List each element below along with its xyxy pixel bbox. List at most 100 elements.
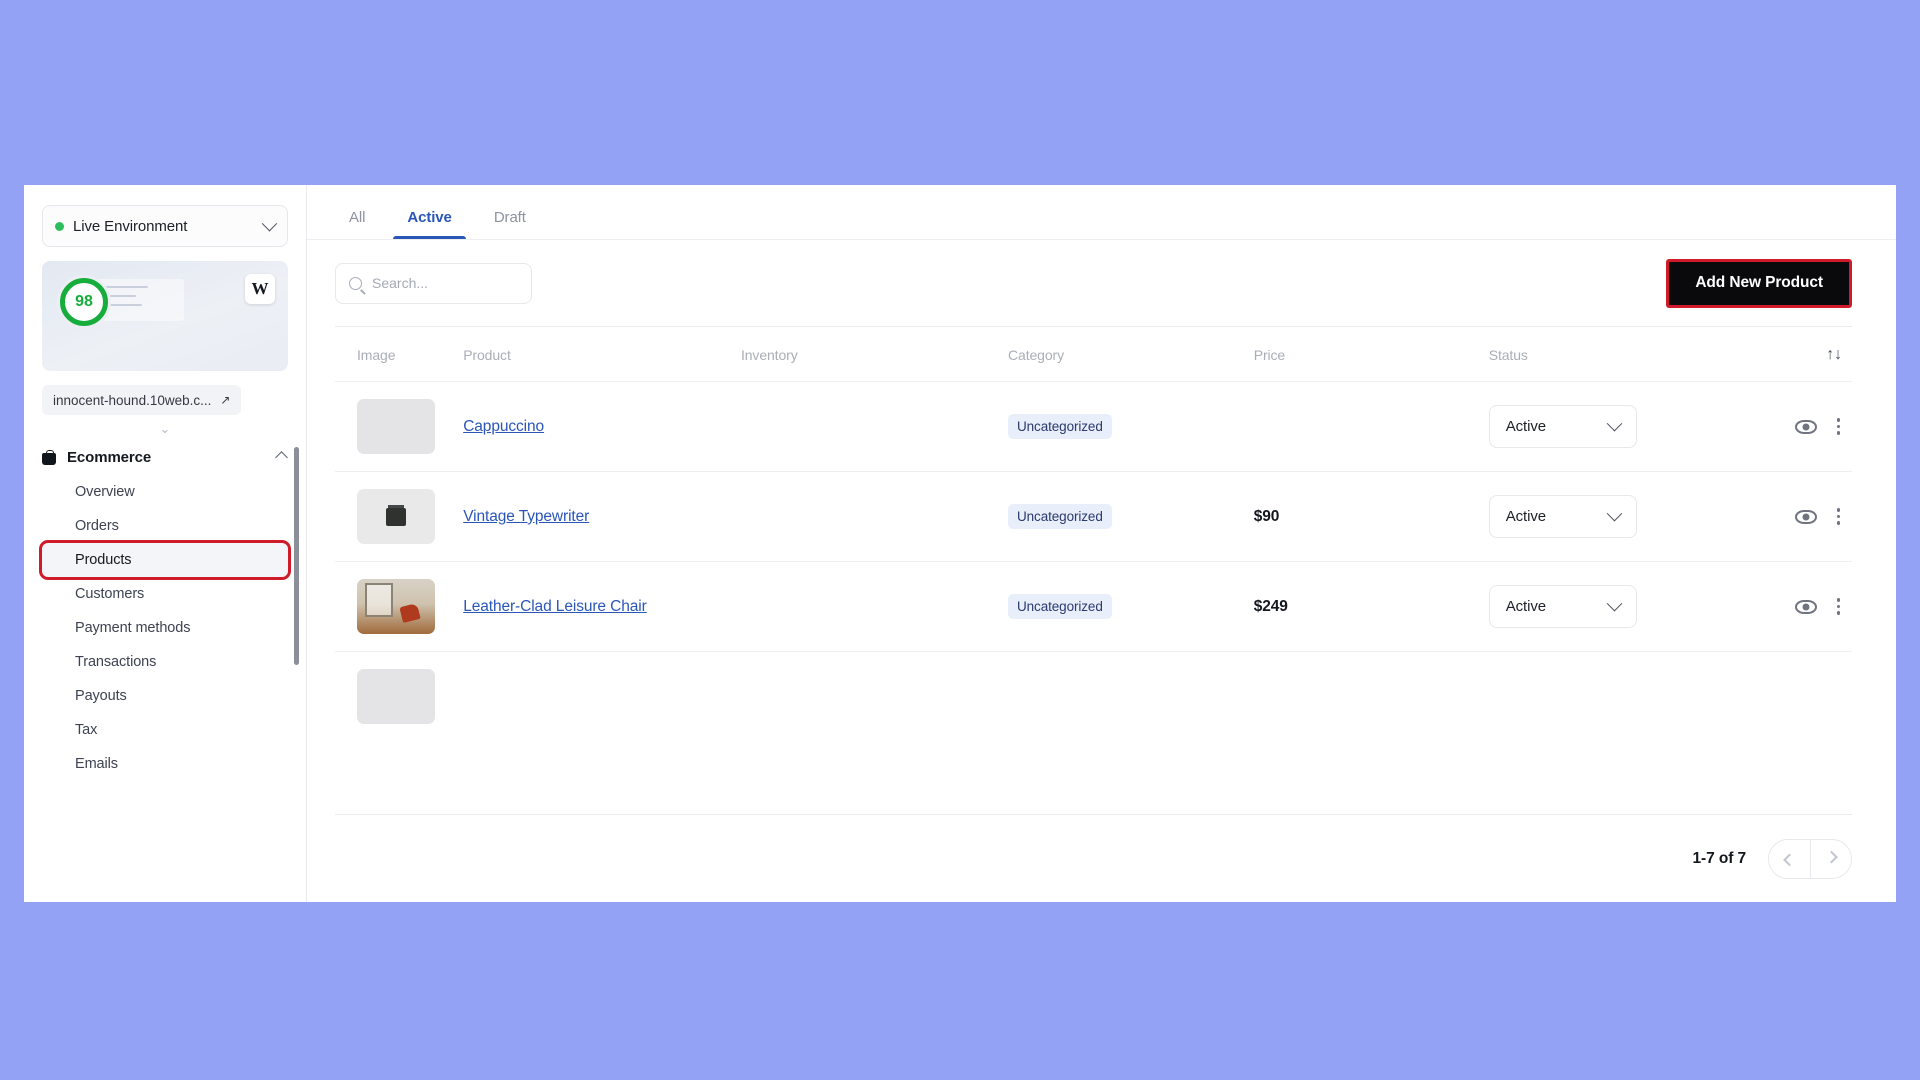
- add-new-product-button[interactable]: Add New Product: [1669, 261, 1849, 305]
- wordpress-badge: W: [245, 274, 275, 304]
- sidebar-item-label: Payouts: [75, 688, 127, 704]
- cell-category: Uncategorized: [1008, 472, 1254, 562]
- pagination-controls: [1768, 838, 1852, 879]
- tab-label: All: [349, 209, 366, 226]
- category-badge: Uncategorized: [1008, 504, 1112, 529]
- row-actions: [1734, 598, 1852, 615]
- sidebar-item-overview[interactable]: Overview: [42, 475, 288, 509]
- site-url-link[interactable]: innocent-hound.10web.c... ↗: [42, 385, 242, 415]
- sidebar-item-label: Products: [75, 552, 132, 568]
- column-header-image: Image: [357, 346, 396, 363]
- eye-icon[interactable]: [1794, 419, 1817, 434]
- column-header-category: Category: [1008, 346, 1065, 363]
- tab-active[interactable]: Active: [393, 209, 467, 239]
- environment-label: Live Environment: [73, 217, 188, 235]
- product-thumbnail: [357, 489, 435, 544]
- table-row-partial: [335, 651, 1852, 742]
- product-thumbnail: [357, 669, 435, 724]
- tab-draft[interactable]: Draft: [480, 209, 540, 239]
- cell-product: [463, 652, 741, 742]
- product-thumbnail: [357, 579, 435, 634]
- cell-actions: [1734, 382, 1852, 472]
- search-input[interactable]: [372, 275, 553, 291]
- column-header-product: Product: [463, 346, 511, 363]
- sidebar-item-label: Customers: [75, 586, 145, 602]
- chevron-down-icon: [1606, 415, 1622, 432]
- column-header-status: Status: [1488, 346, 1528, 363]
- kebab-menu-icon[interactable]: [1836, 598, 1840, 615]
- tab-all[interactable]: All: [335, 209, 379, 239]
- kebab-menu-icon[interactable]: [1836, 508, 1840, 525]
- table-row: Cappuccino Uncategorized Active: [335, 381, 1852, 472]
- environment-selector[interactable]: Live Environment: [42, 205, 288, 247]
- cell-product: Cappuccino: [463, 382, 741, 472]
- table-footer: 1-7 of 7: [335, 814, 1852, 902]
- row-actions: [1734, 508, 1852, 525]
- chevron-right-icon: [1824, 850, 1838, 864]
- table-body: Cappuccino Uncategorized Active Vintage …: [335, 381, 1852, 742]
- sidebar-group-ecommerce[interactable]: Ecommerce: [42, 439, 288, 475]
- tab-label: Active: [407, 209, 452, 226]
- chevron-down-icon: [1606, 595, 1622, 612]
- price-value: $249: [1253, 597, 1288, 615]
- sidebar-item-label: Emails: [75, 756, 118, 772]
- sidebar-item-emails[interactable]: Emails: [42, 747, 288, 781]
- category-badge: Uncategorized: [1008, 414, 1112, 439]
- sort-toggle-icon[interactable]: ↑↓: [1826, 347, 1842, 363]
- shopping-bag-icon: [42, 449, 56, 465]
- sidebar-item-label: Payment methods: [75, 620, 191, 636]
- external-link-icon: ↗: [220, 393, 231, 407]
- next-page-button[interactable]: [1810, 839, 1851, 878]
- eye-icon[interactable]: [1794, 599, 1817, 614]
- cell-price: $90: [1254, 472, 1489, 562]
- sidebar-item-label: Tax: [75, 722, 98, 738]
- cell-status: Active: [1488, 472, 1735, 562]
- product-name-link[interactable]: Leather-Clad Leisure Chair: [463, 596, 647, 617]
- kebab-menu-icon[interactable]: [1836, 418, 1840, 435]
- sidebar-item-customers[interactable]: Customers: [42, 577, 288, 611]
- sidebar-scrollbar[interactable]: [294, 447, 299, 665]
- sidebar-item-tax[interactable]: Tax: [42, 713, 288, 747]
- status-dropdown[interactable]: Active: [1488, 405, 1637, 448]
- status-filter-tabs: All Active Draft: [307, 185, 1896, 240]
- cell-image: [335, 562, 463, 652]
- performance-score-badge: 98: [60, 278, 108, 326]
- cell-price: [1254, 652, 1489, 742]
- cell-image: [335, 472, 463, 562]
- sidebar-item-payouts[interactable]: Payouts: [42, 679, 288, 713]
- product-name-link[interactable]: Cappuccino: [463, 416, 544, 437]
- cell-category: Uncategorized: [1008, 562, 1254, 652]
- table-header-row: Image Product Inventory Category Price S…: [335, 327, 1852, 382]
- sidebar-item-transactions[interactable]: Transactions: [42, 645, 288, 679]
- status-dropdown[interactable]: Active: [1488, 495, 1637, 538]
- cell-product: Leather-Clad Leisure Chair: [463, 562, 741, 652]
- sidebar-collapse-caret-icon[interactable]: ⌄: [24, 421, 306, 436]
- search-icon: [349, 276, 362, 290]
- sidebar-item-payment-methods[interactable]: Payment methods: [42, 611, 288, 645]
- chevron-down-icon: [261, 215, 278, 231]
- product-name-link[interactable]: Vintage Typewriter: [463, 506, 589, 527]
- main-content: All Active Draft Add New Product: [307, 185, 1896, 902]
- cell-status: Active: [1488, 382, 1735, 472]
- products-toolbar: Add New Product: [307, 240, 1896, 326]
- product-thumbnail: [357, 399, 435, 454]
- status-dropdown[interactable]: Active: [1488, 585, 1637, 628]
- sidebar-item-products[interactable]: Products: [39, 540, 291, 580]
- cell-inventory: [741, 562, 1008, 652]
- eye-icon[interactable]: [1794, 509, 1817, 524]
- previous-page-button[interactable]: [1769, 839, 1810, 878]
- search-box[interactable]: [335, 262, 553, 304]
- column-header-price: Price: [1253, 346, 1286, 363]
- price-value: $90: [1253, 507, 1280, 525]
- table-row: Vintage Typewriter Uncategorized $90 Act…: [335, 471, 1852, 562]
- cell-status: [1489, 652, 1735, 742]
- cell-actions: [1734, 652, 1852, 742]
- tab-label: Draft: [493, 209, 526, 226]
- site-preview-card[interactable]: 98 W: [42, 261, 288, 371]
- cell-actions: [1734, 472, 1852, 562]
- sidebar-item-orders[interactable]: Orders: [42, 509, 288, 543]
- cell-price: $249: [1254, 562, 1489, 652]
- products-table: Image Product Inventory Category Price S…: [335, 327, 1852, 741]
- chevron-down-icon: [1606, 505, 1622, 522]
- cell-category: [1008, 652, 1254, 742]
